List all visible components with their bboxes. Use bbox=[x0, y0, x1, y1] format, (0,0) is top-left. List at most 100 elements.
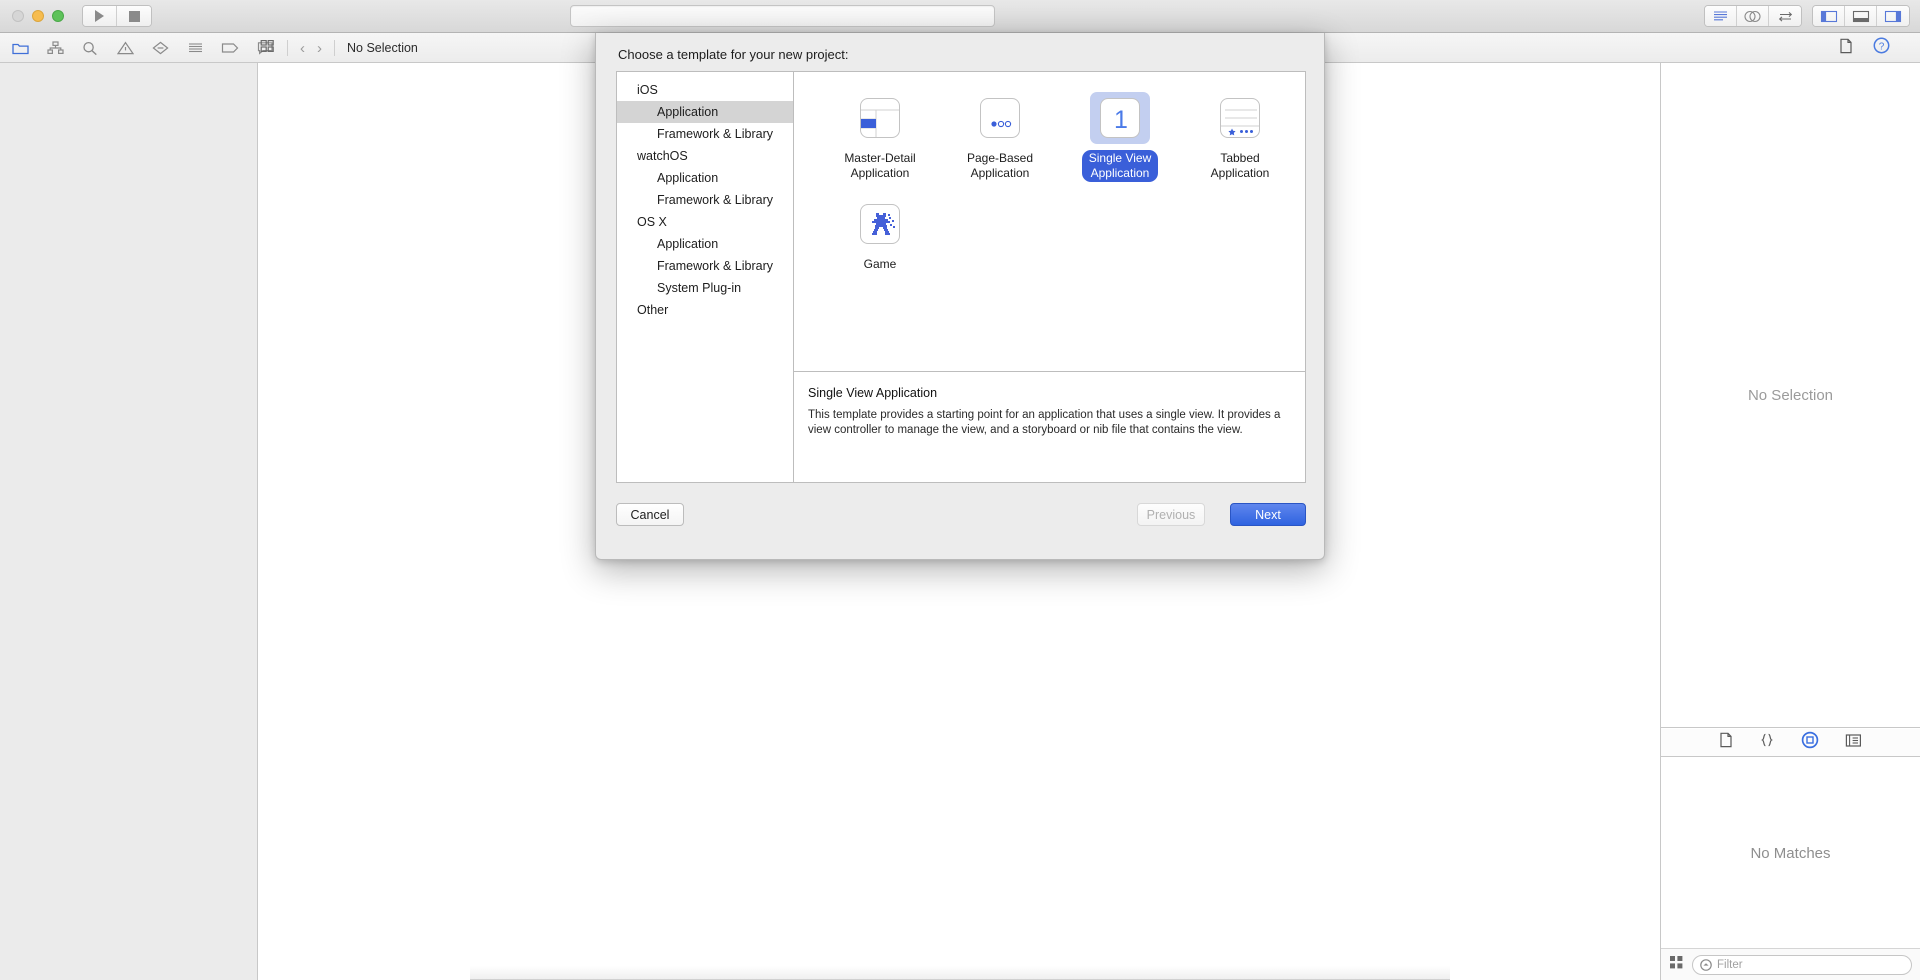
issue-navigator-button[interactable] bbox=[115, 38, 135, 58]
tabbed-line1: Tabbed bbox=[1220, 151, 1260, 165]
template-tile-game[interactable]: Game bbox=[820, 198, 940, 273]
find-navigator-button[interactable] bbox=[80, 38, 100, 58]
new-project-template-sheet: Choose a template for your new project: … bbox=[595, 33, 1325, 560]
single-view-icon-wrap: 1 bbox=[1090, 92, 1150, 144]
toolbar-right-group bbox=[1704, 5, 1910, 27]
single-view-line1: Single View bbox=[1088, 151, 1152, 165]
close-window-button[interactable] bbox=[12, 10, 24, 22]
category-group-ios[interactable]: iOS bbox=[617, 79, 793, 101]
breakpoint-navigator-button[interactable] bbox=[220, 38, 240, 58]
issue-navigator-icon bbox=[116, 41, 134, 55]
media-library-button[interactable] bbox=[1845, 733, 1862, 753]
game-icon bbox=[860, 204, 900, 244]
toggle-navigator-button[interactable] bbox=[1813, 6, 1845, 26]
navigate-forward-button[interactable]: › bbox=[317, 40, 322, 57]
template-label-master-detail: Master-Detail Application bbox=[837, 150, 922, 182]
window-title-bar bbox=[0, 0, 1920, 33]
category-item-watchos-framework[interactable]: Framework & Library bbox=[617, 189, 793, 211]
sheet-title: Choose a template for your new project: bbox=[618, 47, 849, 62]
cancel-button[interactable]: Cancel bbox=[616, 503, 684, 526]
template-detail-column: Master-Detail Application Page-Based App… bbox=[794, 72, 1305, 482]
symbol-navigator-button[interactable] bbox=[45, 38, 65, 58]
assistant-editor-icon bbox=[1744, 10, 1761, 22]
standard-editor-button[interactable] bbox=[1705, 6, 1737, 26]
next-button[interactable]: Next bbox=[1230, 503, 1306, 526]
svg-text:?: ? bbox=[1879, 41, 1885, 52]
category-group-watchos[interactable]: watchOS bbox=[617, 145, 793, 167]
code-snippet-library-button[interactable] bbox=[1759, 732, 1775, 753]
version-editor-icon bbox=[1778, 11, 1792, 22]
sheet-footer: Cancel Previous Next bbox=[596, 489, 1326, 559]
category-group-osx[interactable]: OS X bbox=[617, 211, 793, 233]
library-grid-icon bbox=[1670, 955, 1683, 968]
quick-help-button[interactable]: ? bbox=[1873, 37, 1890, 59]
stop-button[interactable] bbox=[117, 6, 151, 26]
breadcrumb: ‹ › No Selection bbox=[260, 33, 418, 63]
editor-mode-segmented-control bbox=[1704, 5, 1802, 27]
category-item-osx-application[interactable]: Application bbox=[617, 233, 793, 255]
activity-status-field[interactable] bbox=[570, 5, 995, 27]
library-filter-placeholder: Filter bbox=[1717, 958, 1743, 971]
library-list-area: No Matches bbox=[1661, 758, 1920, 948]
run-button[interactable] bbox=[83, 6, 117, 26]
debug-navigator-button[interactable] bbox=[185, 38, 205, 58]
library-view-mode-button[interactable] bbox=[1669, 955, 1684, 975]
template-grid: Master-Detail Application Page-Based App… bbox=[794, 72, 1305, 372]
master-detail-line2: Application bbox=[850, 166, 910, 180]
template-tile-single-view[interactable]: 1 Single View Application bbox=[1060, 92, 1180, 182]
tabbed-line2: Application bbox=[1210, 166, 1270, 180]
code-snippet-library-icon bbox=[1761, 733, 1773, 747]
category-item-watchos-application[interactable]: Application bbox=[617, 167, 793, 189]
library-filter-field[interactable]: Filter bbox=[1692, 954, 1912, 975]
view-toggle-segmented-control bbox=[1812, 5, 1910, 27]
template-label-game: Game bbox=[857, 256, 904, 273]
toggle-navigator-icon bbox=[1820, 10, 1837, 22]
test-navigator-button[interactable] bbox=[150, 38, 170, 58]
quick-help-icon: ? bbox=[1873, 37, 1890, 54]
debug-navigator-icon bbox=[188, 43, 202, 53]
single-view-icon: 1 bbox=[1100, 98, 1140, 138]
toggle-utilities-icon bbox=[1884, 10, 1902, 22]
template-tile-tabbed[interactable]: Tabbed Application bbox=[1180, 92, 1300, 182]
minimize-window-button[interactable] bbox=[32, 10, 44, 22]
toggle-debug-area-icon bbox=[1852, 10, 1869, 22]
master-detail-line1: Master-Detail bbox=[844, 151, 916, 165]
category-group-other[interactable]: Other bbox=[617, 299, 793, 321]
navigator-pane[interactable] bbox=[0, 63, 258, 980]
assistant-editor-button[interactable] bbox=[1737, 6, 1769, 26]
object-library-button[interactable] bbox=[1801, 731, 1819, 754]
file-inspector-button[interactable] bbox=[1839, 38, 1853, 59]
page-based-icon bbox=[980, 98, 1020, 138]
template-category-list[interactable]: iOS Application Framework & Library watc… bbox=[617, 72, 794, 482]
file-template-library-button[interactable] bbox=[1719, 732, 1733, 753]
game-icon-wrap bbox=[850, 198, 910, 250]
game-line1: Game bbox=[863, 257, 897, 271]
toggle-debug-area-button[interactable] bbox=[1845, 6, 1877, 26]
version-editor-button[interactable] bbox=[1769, 6, 1801, 26]
project-navigator-icon bbox=[11, 43, 29, 55]
previous-button[interactable]: Previous bbox=[1137, 503, 1205, 526]
page-based-line1: Page-Based bbox=[966, 151, 1034, 165]
file-inspector-icon bbox=[1840, 38, 1852, 53]
template-tile-page-based[interactable]: Page-Based Application bbox=[940, 92, 1060, 182]
inspector-selector-bar: ? bbox=[1839, 33, 1890, 63]
category-item-osx-framework[interactable]: Framework & Library bbox=[617, 255, 793, 277]
category-item-osx-system-plugin[interactable]: System Plug-in bbox=[617, 277, 793, 299]
navigate-back-button[interactable]: ‹ bbox=[300, 40, 305, 57]
related-items-button[interactable] bbox=[260, 39, 275, 58]
page-based-icon-wrap bbox=[970, 92, 1030, 144]
utilities-pane: No Selection No Matches Filter bbox=[1660, 63, 1920, 980]
run-stop-group bbox=[82, 5, 152, 27]
template-tile-master-detail[interactable]: Master-Detail Application bbox=[820, 92, 940, 182]
toggle-utilities-button[interactable] bbox=[1877, 6, 1909, 26]
master-detail-icon-wrap bbox=[850, 92, 910, 144]
template-label-single-view: Single View Application bbox=[1081, 150, 1159, 182]
master-detail-icon bbox=[860, 98, 900, 138]
library-tab-bar bbox=[1661, 729, 1920, 757]
breadcrumb-divider-1 bbox=[287, 40, 288, 56]
zoom-window-button[interactable] bbox=[52, 10, 64, 22]
tabbed-icon bbox=[1220, 98, 1260, 138]
project-navigator-button[interactable] bbox=[10, 38, 30, 58]
category-item-ios-framework[interactable]: Framework & Library bbox=[617, 123, 793, 145]
category-item-ios-application[interactable]: Application bbox=[617, 101, 793, 123]
